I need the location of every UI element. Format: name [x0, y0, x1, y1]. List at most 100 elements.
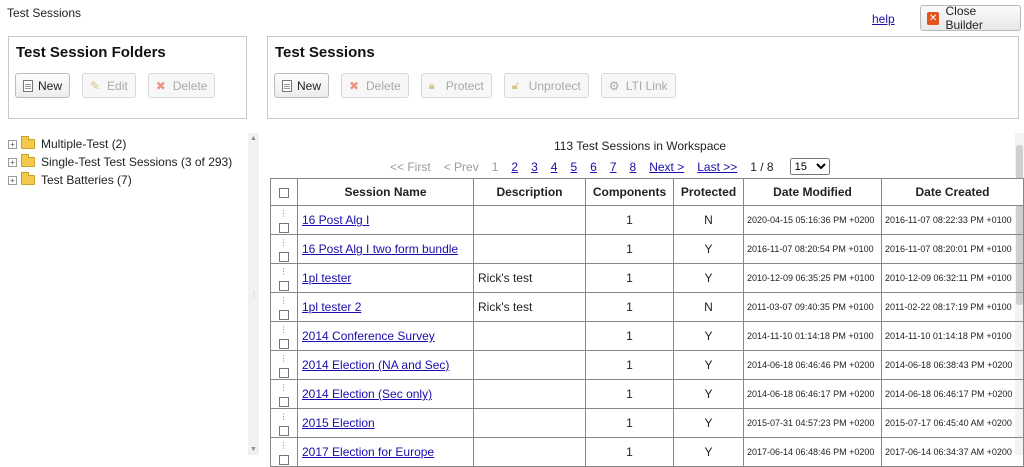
- session-protect-button[interactable]: 🔒︎ Protect: [420, 73, 492, 98]
- session-lti-link-button[interactable]: ⚙ LTI Link: [600, 73, 676, 98]
- pager-next[interactable]: Next >: [649, 160, 684, 174]
- session-new-button[interactable]: New: [274, 73, 330, 98]
- session-name-link[interactable]: 2017 Election for Europe: [302, 445, 434, 459]
- pager-page-4[interactable]: 4: [551, 160, 558, 174]
- protected-cell: Y: [673, 263, 744, 293]
- col-session-name[interactable]: Session Name: [297, 178, 474, 206]
- description-cell: [473, 408, 586, 438]
- session-name-link[interactable]: 1pl tester: [302, 271, 351, 285]
- close-builder-button[interactable]: ✕ Close Builder: [920, 4, 1021, 32]
- tree-item-single-test[interactable]: + Single-Test Test Sessions (3 of 293): [8, 153, 248, 171]
- drag-handle-icon[interactable]: ⋮: [280, 209, 288, 218]
- drag-handle-icon[interactable]: ⋮: [280, 441, 288, 450]
- tree-item-test-batteries[interactable]: + Test Batteries (7): [8, 171, 248, 189]
- scroll-up-icon[interactable]: ▲: [250, 135, 257, 142]
- row-checkbox[interactable]: [279, 222, 289, 233]
- drag-handle-icon[interactable]: ⋮: [280, 325, 288, 334]
- session-name-link[interactable]: 16 Post Alg I two form bundle: [302, 242, 458, 256]
- table-row[interactable]: ⋮ 16 Post Alg I two form bundle 1 Y 2016-11-…: [270, 234, 1024, 264]
- col-description[interactable]: Description: [473, 178, 586, 206]
- tree-item-multiple-test[interactable]: + Multiple-Test (2): [8, 135, 248, 153]
- help-link[interactable]: help: [872, 12, 895, 26]
- col-components[interactable]: Components: [585, 178, 674, 206]
- table-row[interactable]: ⋮ 2017 Election for Europe 1 Y 2017-06-14 06…: [270, 437, 1024, 467]
- protected-cell: Y: [673, 379, 744, 409]
- session-name-link[interactable]: 1pl tester 2: [302, 300, 361, 314]
- components-cell: 1: [585, 379, 674, 409]
- row-checkbox[interactable]: [279, 454, 289, 465]
- row-select-cell[interactable]: ⋮: [270, 379, 298, 409]
- row-checkbox[interactable]: [279, 425, 289, 436]
- splitter-handle[interactable]: ⁞: [253, 290, 255, 299]
- folder-edit-button[interactable]: ✎ Edit: [82, 73, 136, 98]
- session-name-link[interactable]: 2014 Election (Sec only): [302, 387, 432, 401]
- table-row[interactable]: ⋮ 2015 Election 1 Y 2015-07-31 04:57:23 PM +…: [270, 408, 1024, 438]
- expand-icon[interactable]: +: [8, 157, 17, 167]
- description-cell: [473, 379, 586, 409]
- session-count-summary: 113 Test Sessions in Workspace: [553, 139, 727, 153]
- expand-icon[interactable]: +: [8, 175, 17, 185]
- drag-handle-icon[interactable]: ⋮: [280, 296, 288, 305]
- row-select-cell[interactable]: ⋮: [270, 350, 298, 380]
- description-cell: [473, 350, 586, 380]
- pager-page-8[interactable]: 8: [630, 160, 637, 174]
- pager-page-3[interactable]: 3: [531, 160, 538, 174]
- session-name-link[interactable]: 2014 Election (NA and Sec): [302, 358, 449, 372]
- session-unprotect-button[interactable]: 🔓︎ Unprotect: [503, 73, 589, 98]
- pager-page-5[interactable]: 5: [570, 160, 577, 174]
- row-select-cell[interactable]: ⋮: [270, 234, 298, 264]
- row-checkbox[interactable]: [279, 367, 289, 378]
- table-header-row: Session Name Description Components Prot…: [270, 178, 1024, 206]
- date-modified-cell: 2015-07-31 04:57:23 PM +0200: [743, 408, 882, 438]
- row-checkbox[interactable]: [279, 396, 289, 407]
- row-checkbox[interactable]: [279, 309, 289, 320]
- tree-item-label: Multiple-Test (2): [41, 137, 127, 151]
- row-checkbox[interactable]: [279, 251, 289, 262]
- col-date-created[interactable]: Date Created: [881, 178, 1024, 206]
- pencil-icon: ✎: [90, 78, 101, 93]
- folder-new-button[interactable]: New: [15, 73, 71, 98]
- session-name-link[interactable]: 2014 Conference Survey: [302, 329, 435, 343]
- drag-handle-icon[interactable]: ⋮: [280, 412, 288, 421]
- col-date-modified[interactable]: Date Modified: [743, 178, 882, 206]
- session-name-link[interactable]: 16 Post Alg I: [302, 213, 369, 227]
- row-select-cell[interactable]: ⋮: [270, 205, 298, 235]
- folder-delete-button[interactable]: ✖ Delete: [147, 73, 216, 98]
- folder-new-label: New: [38, 78, 63, 93]
- row-checkbox[interactable]: [279, 338, 289, 349]
- drag-handle-icon[interactable]: ⋮: [280, 354, 288, 363]
- pager-page-7[interactable]: 7: [610, 160, 617, 174]
- session-name-cell: 2015 Election: [297, 408, 474, 438]
- drag-handle-icon[interactable]: ⋮: [280, 267, 288, 276]
- components-cell: 1: [585, 292, 674, 322]
- folders-panel-title: Test Session Folders: [16, 44, 166, 61]
- drag-handle-icon[interactable]: ⋮: [280, 383, 288, 392]
- pager-page-6[interactable]: 6: [590, 160, 597, 174]
- row-select-cell[interactable]: ⋮: [270, 292, 298, 322]
- expand-icon[interactable]: +: [8, 139, 17, 149]
- pager-last[interactable]: Last >>: [697, 160, 737, 174]
- row-select-cell[interactable]: ⋮: [270, 408, 298, 438]
- table-row[interactable]: ⋮ 1pl tester Rick's test 1 Y 2010-12-09 06:35…: [270, 263, 1024, 293]
- table-row[interactable]: ⋮ 2014 Conference Survey 1 Y 2014-11-10 01:1…: [270, 321, 1024, 351]
- row-select-cell[interactable]: ⋮: [270, 437, 298, 467]
- pager-page-2[interactable]: 2: [511, 160, 518, 174]
- select-all-cell[interactable]: [270, 178, 298, 206]
- session-name-cell: 16 Post Alg I: [297, 205, 474, 235]
- session-delete-button[interactable]: ✖ Delete: [341, 73, 409, 98]
- table-row[interactable]: ⋮ 1pl tester 2 Rick's test 1 N 2011-03-07 09:…: [270, 292, 1024, 322]
- select-all-checkbox[interactable]: [279, 187, 289, 198]
- table-row[interactable]: ⋮ 2014 Election (Sec only) 1 Y 2014-06-18 06…: [270, 379, 1024, 409]
- scroll-down-icon[interactable]: ▼: [250, 446, 257, 453]
- table-row[interactable]: ⋮ 16 Post Alg I 1 N 2020-04-15 05:16:36 PM +…: [270, 205, 1024, 235]
- page-size-select[interactable]: 15: [789, 158, 830, 175]
- table-row[interactable]: ⋮ 2014 Election (NA and Sec) 1 Y 2014-06-18 …: [270, 350, 1024, 380]
- drag-handle-icon[interactable]: ⋮: [280, 238, 288, 247]
- col-protected[interactable]: Protected: [673, 178, 744, 206]
- session-name-link[interactable]: 2015 Election: [302, 416, 375, 430]
- row-select-cell[interactable]: ⋮: [270, 321, 298, 351]
- row-select-cell[interactable]: ⋮: [270, 263, 298, 293]
- row-checkbox[interactable]: [279, 280, 289, 291]
- description-cell: Rick's test: [473, 292, 586, 322]
- close-builder-label: Close Builder: [945, 4, 983, 32]
